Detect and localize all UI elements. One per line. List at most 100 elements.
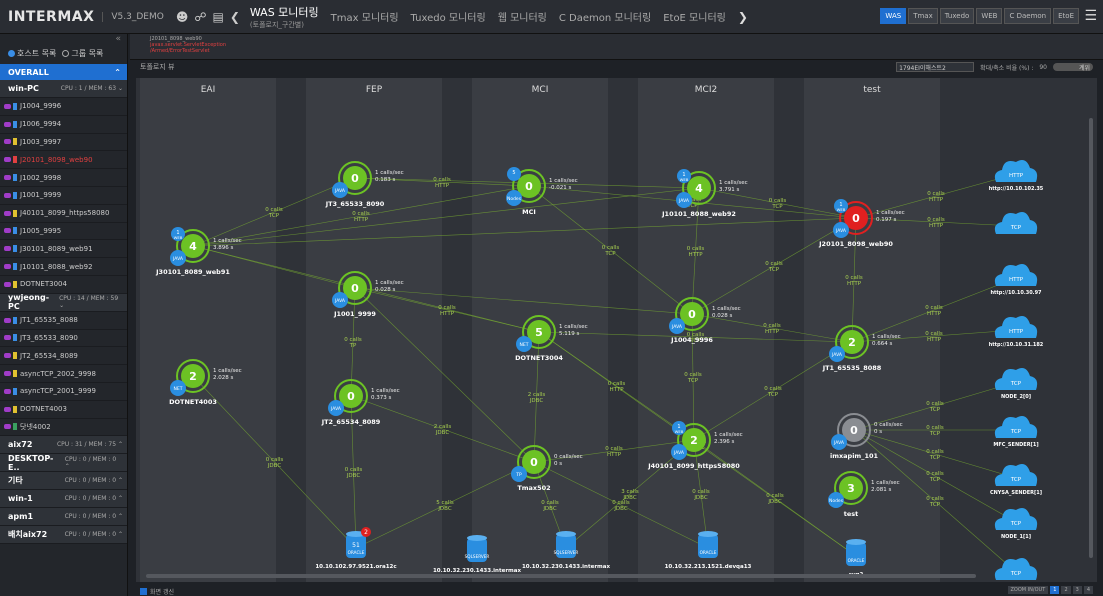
agent-type-icon — [4, 139, 11, 145]
external-cloud[interactable]: TCP CNYSA_SENDER[1] — [990, 464, 1042, 496]
node-label: test — [844, 510, 859, 518]
network-icon[interactable]: ☍ — [194, 10, 206, 24]
host-groups: win-PC CPU : 1 / MEM : 63 ⌄ J1004_9996 J100… — [0, 80, 127, 545]
page-button[interactable]: 2 — [1061, 586, 1071, 594]
chevron-right-icon[interactable]: ❯ — [738, 10, 748, 24]
agent-type-icon — [4, 424, 11, 430]
nav-cdaemon[interactable]: C Daemon 모니터링 — [559, 9, 651, 24]
overall-header[interactable]: OVERALL ⌃ — [0, 64, 127, 80]
sidebar-agent-item[interactable]: asyncTCP_2002_9998 — [0, 365, 127, 383]
topology-select[interactable]: 1794EI이해스트2 — [896, 62, 975, 72]
layer-toggle[interactable]: 계위 — [1053, 63, 1093, 72]
external-cloud[interactable]: HTTP http://10.10.102.35 — [989, 160, 1044, 192]
sidebar-agent-item[interactable]: J1002_9998 — [0, 169, 127, 187]
host-group-header[interactable]: 기타 CPU : 0 / MEM : 0 ⌃ — [0, 472, 127, 491]
node-rate: 1 calls/sec — [714, 432, 743, 438]
chevron-left-icon[interactable]: ❮ — [230, 10, 240, 24]
node-time: -0.021 s — [549, 185, 571, 191]
book-icon[interactable]: ▤ — [213, 10, 224, 24]
topology-svg[interactable]: EAI FEP MCI MCI2 test0 callsTCP 0 callsHTTP0 … — [136, 78, 1097, 590]
sidebar-agent-item[interactable]: J10101_8088_web92 — [0, 258, 127, 276]
page-button[interactable]: 1 — [1050, 586, 1060, 594]
page-button[interactable]: 3 — [1072, 586, 1082, 594]
edge-protocol: HTTP — [765, 329, 780, 335]
tab-cdaemon[interactable]: C Daemon — [1004, 8, 1052, 24]
tab-tuxedo[interactable]: Tuxedo — [939, 8, 975, 24]
nav-tmax[interactable]: Tmax 모니터링 — [331, 9, 399, 24]
sidebar-agent-item[interactable]: J1001_9999 — [0, 187, 127, 205]
external-cloud[interactable]: TCP NODE_2[0] — [994, 368, 1038, 400]
zoom-value[interactable]: 90 — [1039, 64, 1047, 71]
sidebar-agent-item[interactable]: JT2_65534_8089 — [0, 347, 127, 366]
sidebar-agent-item[interactable]: J1004_9996 — [0, 98, 127, 116]
vertical-scrollbar[interactable] — [1089, 118, 1093, 558]
edge-protocol: TCP — [687, 378, 699, 384]
edge-protocol: JDBC — [346, 473, 361, 479]
host-group-header[interactable]: aix72 CPU : 31 / MEM : 75 ⌃ — [0, 436, 127, 455]
sidebar-agent-item[interactable]: J1005_9995 — [0, 223, 127, 241]
cloud-type: TCP — [1010, 571, 1022, 577]
node-rate: 1 calls/sec — [371, 388, 400, 394]
node-time: 0 s — [874, 429, 882, 435]
host-group-header[interactable]: DESKTOP-E.. CPU : 0 / MEM : 0 ⌃ — [0, 454, 127, 473]
status-icon — [13, 156, 17, 164]
agent-type-icon — [4, 157, 11, 163]
sidebar-agent-item[interactable]: 닷넷4002 — [0, 419, 127, 437]
collapse-icon[interactable]: « — [0, 34, 127, 46]
sidebar-agent-item[interactable]: J1006_9994 — [0, 116, 127, 134]
external-cloud[interactable]: HTTP http://10.10.30.97 — [990, 264, 1042, 296]
sidebar-agent-item[interactable]: JT1_65535_8088 — [0, 312, 127, 330]
zoom-inout-button[interactable]: ZOOM IN/OUT — [1007, 586, 1049, 594]
host-group-header[interactable]: ywjeong-PC CPU : 14 / MEM : 59 ⌄ — [0, 293, 127, 312]
edge-protocol: JDBC — [542, 506, 557, 512]
agent-type-icon — [4, 246, 11, 252]
edge-protocol: TCP — [771, 204, 783, 210]
sidebar-agent-item[interactable]: J20101_8098_web90 — [0, 151, 127, 170]
agent-label: J30101_8089_web91 — [20, 244, 93, 253]
host-group-header[interactable]: apm1 CPU : 0 / MEM : 0 ⌃ — [0, 508, 127, 527]
external-cloud[interactable]: HTTP http://10.10.31.182 — [989, 316, 1044, 348]
tab-etoe[interactable]: EtoE — [1053, 8, 1079, 24]
edge-protocol: HTTP — [354, 217, 369, 223]
host-group-header[interactable]: win-PC CPU : 1 / MEM : 63 ⌄ — [0, 80, 127, 98]
hamburger-icon[interactable]: ☰ — [1084, 8, 1097, 24]
radio-group[interactable]: 그룹 목록 — [62, 48, 103, 59]
nav-etoe[interactable]: EtoE 모니터링 — [663, 9, 726, 24]
main-area: J20101_8098_web90 javax.servlet.ServletE… — [130, 34, 1103, 596]
refresh-checkbox[interactable] — [140, 587, 147, 595]
sidebar-agent-item[interactable]: DOTNET3004 — [0, 276, 127, 294]
nav-tuxedo[interactable]: Tuxedo 모니터링 — [411, 9, 486, 24]
node-label: JT1_65535_8088 — [822, 364, 882, 372]
external-cloud[interactable]: TCP NODE_1[1] — [994, 508, 1038, 540]
sidebar-agent-item[interactable]: DOTNET4003 — [0, 401, 127, 419]
page-button[interactable]: 4 — [1083, 586, 1093, 594]
sidebar-agent-item[interactable]: J40101_8099_https58080 — [0, 205, 127, 223]
host-group-header[interactable]: win-1 CPU : 0 / MEM : 0 ⌃ — [0, 490, 127, 509]
status-icon — [13, 174, 17, 182]
tab-tmax[interactable]: Tmax — [908, 8, 938, 24]
sidebar-agent-item[interactable]: asyncTCP_2001_9999 — [0, 383, 127, 401]
node-count: 0 — [347, 390, 355, 403]
database-label: 10.10.32.230.1433.intermax — [433, 568, 522, 574]
external-cloud[interactable]: TCPPUSH_THREAD[1] — [992, 558, 1041, 590]
node-rate: 1 calls/sec — [871, 480, 900, 486]
cloud-label: NODE_1[1] — [1001, 534, 1031, 540]
nav-was[interactable]: WAS 모니터링 (토폴로지_구간별) — [250, 4, 319, 30]
nav-web[interactable]: 웹 모니터링 — [498, 9, 547, 24]
horizontal-scrollbar[interactable] — [146, 574, 976, 578]
sidebar-agent-item[interactable]: J30101_8089_web91 — [0, 240, 127, 259]
sidebar-agent-item[interactable]: JT3_65533_8090 — [0, 330, 127, 348]
user-icon[interactable]: ☻ — [176, 10, 189, 24]
agent-label: JT2_65534_8089 — [20, 351, 78, 360]
host-group-header[interactable]: 배치aix72 CPU : 0 / MEM : 0 ⌃ — [0, 526, 127, 545]
sidebar-agent-item[interactable]: J1003_9997 — [0, 134, 127, 152]
external-cloud[interactable]: TCP — [994, 212, 1038, 234]
tab-web[interactable]: WEB — [976, 8, 1003, 24]
tab-was[interactable]: WAS — [880, 8, 907, 24]
database-node[interactable]: ORACLEsvg2 — [846, 539, 866, 578]
node-rate: 0 calls/sec — [874, 422, 903, 428]
external-cloud[interactable]: TCP MFC_SENDER[1] — [993, 416, 1039, 448]
radio-host[interactable]: 호스트 목록 — [8, 48, 56, 59]
alert-bar[interactable]: J20101_8098_web90 javax.servlet.ServletE… — [130, 34, 1103, 60]
topology-canvas[interactable]: EAI FEP MCI MCI2 test 0 calls TCP 0 calls HTTP 0 … — [136, 78, 1097, 590]
